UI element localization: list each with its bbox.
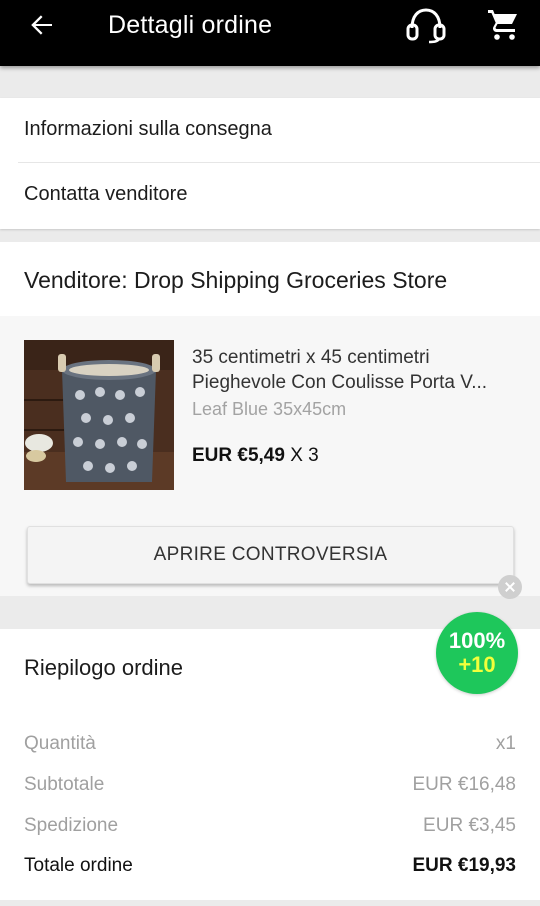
badge-percent: 100% xyxy=(448,628,506,653)
product-item: 35 centimetri x 45 centimetri Pieghevole… xyxy=(0,316,540,596)
row-value: EUR €16,48 xyxy=(412,774,516,795)
product-variant: Leaf Blue 35x45cm xyxy=(192,399,347,419)
menu-item-contact-seller[interactable]: Contatta venditore xyxy=(18,163,540,228)
row-label: Spedizione xyxy=(24,815,119,836)
top-app-bar: Dettagli ordine xyxy=(0,0,540,66)
row-label: Quantità xyxy=(24,733,96,754)
menu-item-label: Informazioni sulla consegna xyxy=(24,118,272,140)
row-label: Totale ordine xyxy=(24,855,133,876)
divider xyxy=(0,900,540,906)
close-icon[interactable] xyxy=(498,575,522,599)
badge-points: +10 xyxy=(458,652,496,677)
row-value: x1 xyxy=(495,733,516,754)
page-title: Dettagli ordine xyxy=(108,11,273,39)
product-title[interactable]: 35 centimetri x 45 centimetri Pieghevole… xyxy=(192,345,517,395)
product-quantity: X 3 xyxy=(290,445,319,466)
row-value: EUR €3,45 xyxy=(423,815,516,836)
menu-item-label: Contatta venditore xyxy=(24,183,188,205)
product-price: EUR €5,49 X 3 xyxy=(192,445,319,467)
seller-card: Venditore: Drop Shipping Groceries Store xyxy=(0,242,540,596)
order-details-screen: Dettagli ordine Informazioni sulla conse… xyxy=(0,0,540,906)
row-label: Subtotale xyxy=(24,774,105,795)
menu-item-delivery-info[interactable]: Informazioni sulla consegna xyxy=(18,98,540,163)
product-thumbnail[interactable] xyxy=(24,340,174,490)
points-badge[interactable]: 100% +10 xyxy=(436,612,518,694)
seller-name[interactable]: Venditore: Drop Shipping Groceries Store xyxy=(24,267,447,294)
summary-title: Riepilogo ordine xyxy=(24,655,183,680)
order-menu: Informazioni sulla consegna Contatta ven… xyxy=(0,98,540,229)
headset-icon[interactable] xyxy=(405,6,447,44)
open-dispute-button[interactable]: APRIRE CONTROVERSIA xyxy=(27,526,514,584)
cart-icon[interactable] xyxy=(485,6,521,42)
row-value: EUR €19,93 xyxy=(412,855,516,876)
unit-price: EUR €5,49 xyxy=(192,445,285,466)
arrow-back-icon[interactable] xyxy=(26,9,58,41)
